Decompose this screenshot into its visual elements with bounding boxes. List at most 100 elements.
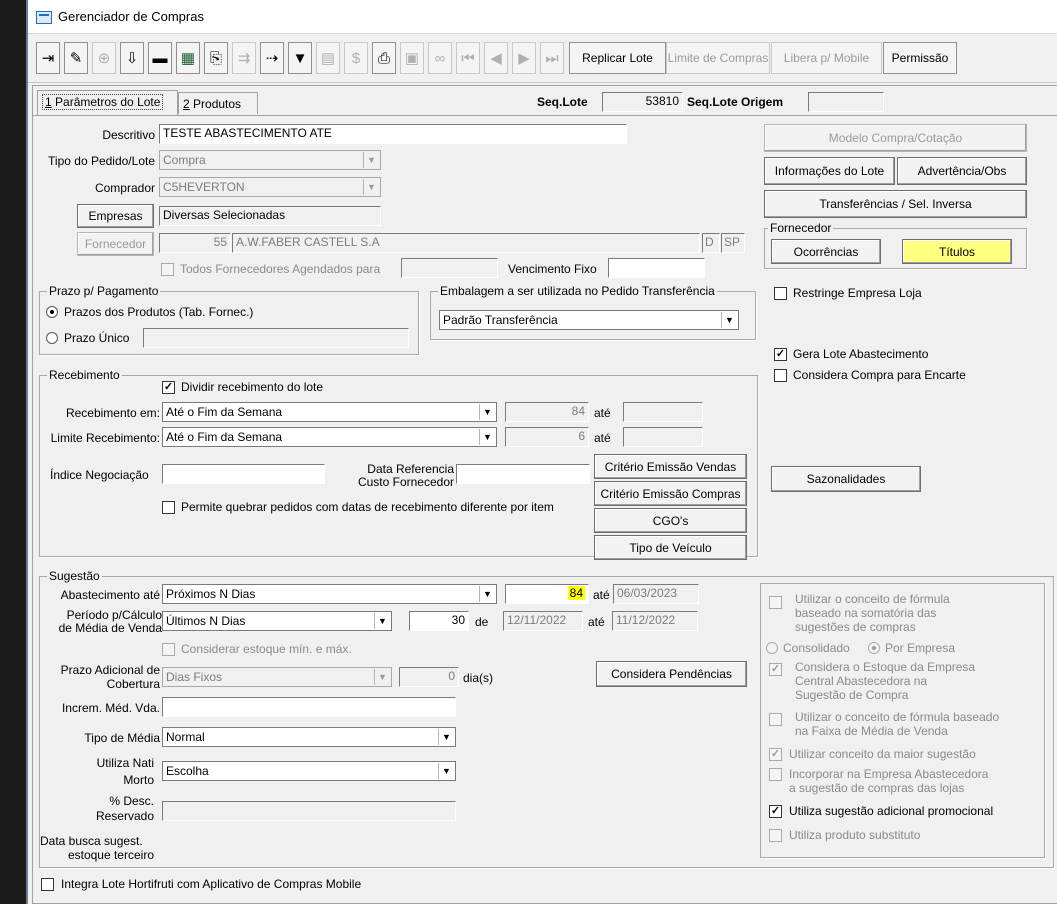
titulos-button[interactable]: Títulos (902, 239, 1012, 264)
gera-lote-checkbox[interactable]: ✓ (774, 348, 787, 361)
descritivo-input[interactable]: TESTE ABASTECIMENTO ATE (159, 124, 627, 144)
tab-produtos[interactable]: 2 Produtos (178, 92, 258, 114)
incremento-media-input[interactable] (162, 697, 456, 717)
considerar-estoque-checkbox[interactable] (162, 643, 175, 656)
chevron-down-icon: ▼ (363, 179, 379, 195)
grid-icon[interactable]: ▦ (176, 42, 200, 74)
recebimento-em-ate-label: até (594, 406, 611, 420)
fornecedor-button[interactable]: Fornecedor (77, 232, 154, 256)
indice-negociacao-input[interactable] (162, 464, 325, 484)
recebimento-em-days: 84 (505, 402, 589, 422)
permite-quebrar-checkbox[interactable] (162, 501, 175, 514)
periodo-days-input[interactable]: 30 (409, 611, 469, 631)
permissao-button[interactable]: Permissão (883, 42, 957, 74)
client-area: 1 Parâmetros do Lote 2 Produtos Seq.Lote… (32, 85, 1057, 904)
util-formula-checkbox[interactable] (769, 596, 782, 609)
download-icon[interactable]: ⇩ (120, 42, 144, 74)
add-icon[interactable]: ⊕ (92, 42, 116, 74)
print-icon[interactable]: ⎙ (372, 42, 396, 74)
cgos-button[interactable]: CGO's (594, 508, 747, 533)
incorporar-checkbox[interactable] (769, 768, 782, 781)
clipboard-icon[interactable]: ▣ (400, 42, 424, 74)
tipo-media-select[interactable]: Normal ▼ (162, 727, 456, 747)
prazo-adicional-label: Prazo Adicional de (60, 663, 160, 677)
abastecimento-days-input[interactable]: 84 (505, 584, 589, 604)
sazonalidades-button[interactable]: Sazonalidades (771, 466, 921, 492)
dividir-recebimento-checkbox[interactable]: ✓ (162, 381, 175, 394)
previous-record-icon[interactable]: ◀ (484, 42, 508, 74)
consolidado-radio[interactable] (766, 642, 778, 654)
fornecedor-code-field: 55 (159, 233, 231, 253)
fornecedor-flag-field: D (702, 233, 720, 253)
exit-icon[interactable]: ⇥ (36, 42, 60, 74)
limite-recebimento-days: 6 (505, 427, 589, 447)
limite-recebimento-label: Limite Recebimento: (50, 431, 160, 445)
print-preview-icon[interactable]: ▤ (316, 42, 340, 74)
utiliza-nati-select[interactable]: Escolha ▼ (162, 761, 456, 781)
ocorrencias-button[interactable]: Ocorrências (771, 239, 881, 264)
integra-hortifruti-label: Integra Lote Hortifruti com Aplicativo d… (61, 877, 362, 891)
app-icon (36, 11, 52, 24)
transferencias-button[interactable]: Transferências / Sel. Inversa (764, 190, 1027, 218)
comprador-select[interactable]: C5HEVERTON ▼ (159, 177, 381, 197)
next-record-icon[interactable]: ▶ (512, 42, 536, 74)
delete-icon[interactable]: ▬ (148, 42, 172, 74)
embalagem-value: Padrão Transferência (443, 313, 558, 327)
produto-substituto-label: Utiliza produto substituto (789, 828, 921, 842)
adicional-promocional-checkbox[interactable]: ✓ (769, 805, 782, 818)
limite-recebimento-select[interactable]: Até o Fim da Semana ▼ (162, 427, 497, 447)
edit-icon[interactable]: ✎ (64, 42, 88, 74)
last-record-icon[interactable]: ⏭ (540, 42, 564, 74)
recebimento-em-select[interactable]: Até o Fim da Semana ▼ (162, 402, 497, 422)
replicar-lote-button[interactable]: Replicar Lote (569, 42, 666, 74)
prazo-produtos-radio[interactable] (46, 306, 58, 318)
produto-substituto-checkbox[interactable] (769, 829, 782, 842)
comprador-value: C5HEVERTON (163, 180, 245, 194)
copy-icon[interactable]: ⎘ (204, 42, 228, 74)
empresas-button[interactable]: Empresas (77, 204, 154, 228)
periodo-calculo-select[interactable]: Últimos N Dias ▼ (162, 611, 392, 631)
todos-fornecedores-checkbox[interactable] (161, 263, 174, 276)
embalagem-select[interactable]: Padrão Transferência ▼ (439, 310, 739, 330)
considera-compra-checkbox[interactable] (774, 369, 787, 382)
seq-lote-label: Seq.Lote (537, 95, 588, 109)
limite-recebimento-ate-field (623, 427, 703, 447)
prazo-adicional-select[interactable]: Dias Fixos ▼ (162, 667, 392, 687)
criterio-emissao-compras-button[interactable]: Critério Emissão Compras (594, 481, 747, 506)
limite-compras-button[interactable]: Limite de Compras (666, 42, 770, 74)
prazo-produtos-label: Prazos dos Produtos (Tab. Fornec.) (64, 305, 254, 319)
fornecedor-name-field: A.W.FABER CASTELL S.A (232, 233, 700, 253)
vencimento-fixo-input[interactable] (608, 258, 705, 278)
chevron-down-icon: ▼ (479, 404, 495, 420)
chevron-down-icon: ▼ (374, 669, 390, 685)
transfer-icon[interactable]: ⇉ (232, 42, 256, 74)
considera-pendencias-button[interactable]: Considera Pendências (596, 661, 747, 687)
estoque-terceiro-label: estoque terceiro (67, 848, 154, 862)
integra-hortifruti-checkbox[interactable] (41, 878, 54, 891)
filter-icon[interactable]: ▼ (288, 42, 312, 74)
next-step-icon[interactable]: ⇢ (260, 42, 284, 74)
utiliza-nati-value: Escolha (166, 764, 209, 778)
tipo-pedido-select[interactable]: Compra ▼ (159, 150, 381, 170)
prazo-unico-radio[interactable] (46, 332, 58, 344)
restringe-empresa-checkbox[interactable] (774, 287, 787, 300)
tipo-pedido-value: Compra (163, 153, 206, 167)
periodo-calculo-label: Período p/Cálculo (66, 608, 162, 622)
maior-sugestao-checkbox[interactable]: ✓ (769, 748, 782, 761)
modelo-compra-button[interactable]: Modelo Compra/Cotação (764, 124, 1027, 152)
considera-estoque-central-checkbox[interactable]: ✓ (769, 663, 782, 676)
tab2-number: 2 (183, 97, 190, 111)
informacoes-lote-button[interactable]: Informações do Lote (764, 157, 895, 185)
tab-parametros-lote[interactable]: 1 Parâmetros do Lote (37, 90, 178, 115)
first-record-icon[interactable]: ⏮ (456, 42, 480, 74)
por-empresa-radio[interactable] (868, 642, 880, 654)
util-faixa-checkbox[interactable] (769, 713, 782, 726)
abastecimento-ate-select[interactable]: Próximos N Dias ▼ (162, 584, 497, 604)
criterio-emissao-vendas-button[interactable]: Critério Emissão Vendas (594, 454, 747, 479)
money-icon[interactable]: $ (344, 42, 368, 74)
libera-mobile-button[interactable]: Libera p/ Mobile (771, 42, 882, 74)
advertencia-obs-button[interactable]: Advertência/Obs (897, 157, 1027, 185)
binoculars-icon[interactable]: ∞ (428, 42, 452, 74)
tipo-veiculo-button[interactable]: Tipo de Veículo (594, 535, 747, 560)
data-referencia-input[interactable] (456, 464, 590, 484)
